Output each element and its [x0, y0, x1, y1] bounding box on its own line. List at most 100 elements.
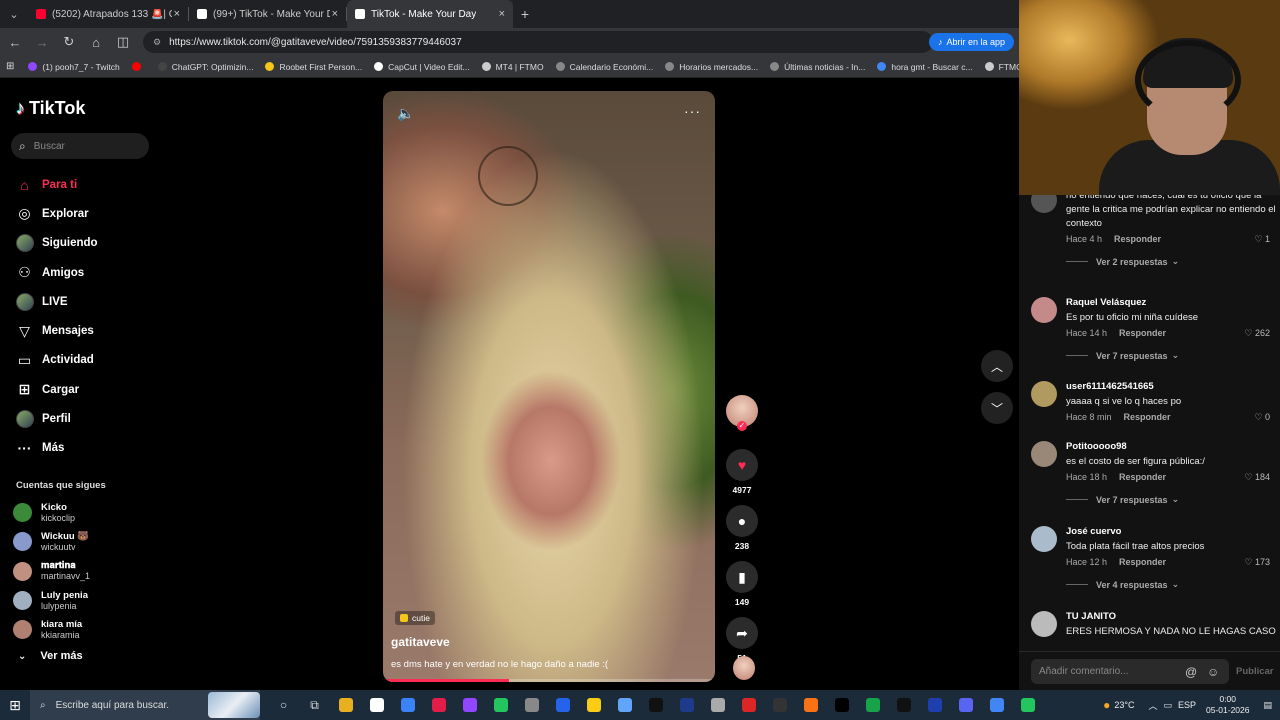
home-icon[interactable]: ⌂	[84, 30, 108, 54]
bookmark-item[interactable]: ChatGPT: Optimizin...	[157, 62, 253, 72]
view-replies-button[interactable]: Ver 7 respuestas ⌄	[1066, 350, 1276, 361]
following-account[interactable]: 𝐦𝐚𝐫𝐭𝐢𝐧𝐚 martinavv_1	[13, 557, 90, 586]
commenter-avatar[interactable]	[1031, 526, 1057, 552]
taskbar-app-icon[interactable]	[888, 690, 919, 720]
bookmark-item[interactable]: (1) pooh7_7 - Twitch	[28, 62, 120, 72]
video-player[interactable]: 🔈 ··· cutie gatitaveve es dms hate y en …	[383, 91, 715, 682]
comment-like-button[interactable]: ♡ 0	[1254, 412, 1270, 423]
commenter-avatar[interactable]	[1031, 297, 1057, 323]
view-replies-button[interactable]: Ver 2 respuestas ⌄	[1066, 256, 1276, 267]
taskbar-app-icon[interactable]	[640, 690, 671, 720]
browser-tab[interactable]: TikTok - Make Your Day ×	[347, 0, 513, 28]
nav-item-mensajes[interactable]: ▽ Mensajes	[15, 316, 98, 345]
open-in-app-button[interactable]: ♪ Abrir en la app	[929, 33, 1015, 51]
bookmark-item[interactable]	[131, 62, 146, 71]
commenter-name[interactable]: Raquel Velásquez	[1066, 297, 1276, 308]
taskbar-search[interactable]: ⌕ Escribe aquí para buscar.	[30, 690, 260, 720]
taskbar-app-icon[interactable]	[764, 690, 795, 720]
post-comment-button[interactable]: Publicar	[1236, 666, 1274, 677]
reply-button[interactable]: Responder	[1114, 234, 1161, 244]
comment-like-button[interactable]: ♡ 262	[1244, 328, 1270, 339]
commenter-name[interactable]: TU JANITO	[1066, 611, 1276, 622]
windows-start-icon[interactable]: ⊞	[0, 690, 30, 720]
address-bar[interactable]: ⚙ https://www.tiktok.com/@gatitaveve/vid…	[143, 31, 933, 53]
tiktok-logo[interactable]: ♪ TikTok	[16, 98, 85, 119]
bookmark-item[interactable]: Horarios mercados...	[665, 62, 758, 72]
back-icon[interactable]: ←	[3, 30, 27, 54]
following-account[interactable]: Wickuu 🐻 wickuutv	[13, 527, 90, 556]
video-tag[interactable]: cutie	[395, 611, 435, 625]
notifications-icon[interactable]: ▤	[1263, 700, 1272, 711]
new-tab-button[interactable]: +	[513, 6, 537, 22]
taskbar-app-icon[interactable]	[981, 690, 1012, 720]
taskbar-app-icon[interactable]	[826, 690, 857, 720]
taskbar-app-icon[interactable]	[609, 690, 640, 720]
mention-icon[interactable]: @	[1185, 665, 1197, 679]
taskbar-app-icon[interactable]	[919, 690, 950, 720]
network-icon[interactable]: ▭	[1163, 700, 1172, 711]
video-progress-bar[interactable]	[383, 679, 715, 682]
reply-button[interactable]: Responder	[1124, 412, 1171, 422]
taskbar-app-icon[interactable]	[516, 690, 547, 720]
bookmark-item[interactable]: CapCut | Video Edit...	[374, 62, 470, 72]
comment-like-button[interactable]: ♡ 1	[1254, 234, 1270, 245]
cortana-icon[interactable]: ○	[268, 690, 299, 720]
browser-tab[interactable]: (5202) Atrapados 133 🚨| Cap×	[28, 0, 188, 28]
bookmark-item[interactable]: hora gmt - Buscar c...	[877, 62, 973, 72]
site-info-icon[interactable]: ⚙	[153, 37, 161, 48]
more-options-icon[interactable]: ···	[684, 103, 701, 119]
taskbar-app-icon[interactable]	[857, 690, 888, 720]
following-account[interactable]: kiara mía kkiaramia	[13, 615, 90, 644]
like-button[interactable]: ♥	[726, 449, 758, 481]
nav-item-para-ti[interactable]: ⌂ Para ti	[15, 170, 98, 199]
commenter-name[interactable]: Potitooooo98	[1066, 441, 1276, 452]
reply-button[interactable]: Responder	[1119, 557, 1166, 567]
close-tab-icon[interactable]: ×	[499, 8, 505, 20]
reload-icon[interactable]: ↻	[57, 30, 81, 54]
taskbar-app-icon[interactable]	[454, 690, 485, 720]
reply-button[interactable]: Responder	[1119, 472, 1166, 482]
comment-button[interactable]: ●	[726, 505, 758, 537]
commenter-avatar[interactable]	[1031, 441, 1057, 467]
forward-icon[interactable]: →	[30, 30, 54, 54]
taskbar-app-icon[interactable]	[950, 690, 981, 720]
share-button[interactable]: ➦	[726, 617, 758, 649]
clock[interactable]: 0:00 05-01-2026	[1206, 694, 1249, 716]
nav-item-live[interactable]: LIVE	[15, 287, 98, 316]
nav-item-amigos[interactable]: ⚇ Amigos	[15, 258, 98, 287]
close-tab-icon[interactable]: ×	[332, 8, 338, 20]
taskbar-app-icon[interactable]	[547, 690, 578, 720]
comment-like-button[interactable]: ♡ 173	[1244, 557, 1270, 568]
taskbar-app-icon[interactable]	[361, 690, 392, 720]
nav-item-perfil[interactable]: Perfil	[15, 404, 98, 433]
taskbar-app-icon[interactable]	[423, 690, 454, 720]
following-account[interactable]: Luly penia lulypenia	[13, 586, 90, 615]
taskbar-app-icon[interactable]	[795, 690, 826, 720]
split-view-icon[interactable]: ◫	[111, 30, 135, 54]
bookmark-item[interactable]: MT4 | FTMO	[481, 62, 544, 72]
tray-chevron-icon[interactable]: ︿	[1148, 699, 1157, 712]
nav-item-cargar[interactable]: ⊞ Cargar	[15, 375, 98, 404]
view-replies-button[interactable]: Ver 7 respuestas ⌄	[1066, 494, 1276, 505]
language[interactable]: ESP	[1178, 700, 1196, 710]
task-view-icon[interactable]: ⧉	[299, 690, 330, 720]
taskbar-app-icon[interactable]	[702, 690, 733, 720]
taskbar-app-icon[interactable]	[330, 690, 361, 720]
comment-like-button[interactable]: ♡ 184	[1244, 472, 1270, 483]
sound-avatar[interactable]	[733, 656, 755, 680]
add-comment-input[interactable]: Añadir comentario... @ ☺	[1031, 659, 1229, 684]
author-avatar[interactable]: ✓	[726, 395, 758, 431]
video-author[interactable]: gatitaveve	[391, 635, 450, 649]
taskbar-app-icon[interactable]	[1012, 690, 1043, 720]
search-input[interactable]: ⌕ Buscar	[11, 133, 149, 159]
commenter-avatar[interactable]	[1031, 381, 1057, 407]
emoji-icon[interactable]: ☺	[1207, 665, 1219, 679]
commenter-avatar[interactable]	[1031, 611, 1057, 637]
taskbar-app-icon[interactable]	[671, 690, 702, 720]
taskbar-app-icon[interactable]	[578, 690, 609, 720]
bookmark-item[interactable]: Roobet First Person...	[265, 62, 362, 72]
nav-item-siguiendo[interactable]: Siguiendo	[15, 229, 98, 258]
nav-item-más[interactable]: ··· Más	[15, 434, 98, 463]
nav-item-actividad[interactable]: ▭ Actividad	[15, 346, 98, 375]
nav-item-explorar[interactable]: ◎ Explorar	[15, 199, 98, 228]
